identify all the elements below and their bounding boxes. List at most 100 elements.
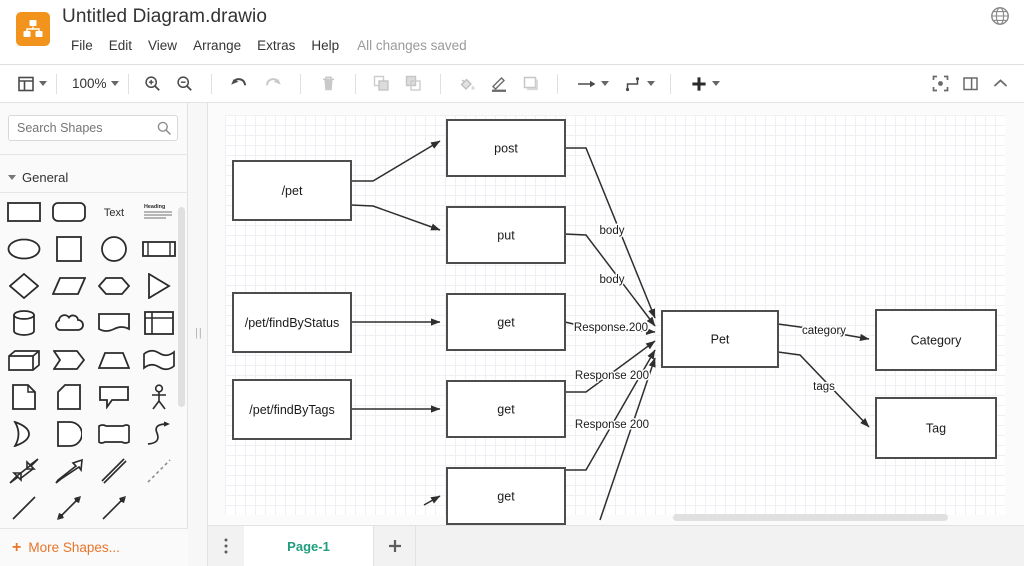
diagram-node-category-model[interactable]: Category <box>875 309 997 371</box>
line-color-button[interactable] <box>487 69 511 99</box>
shape-tape[interactable] <box>141 346 177 374</box>
shape-trapezoid[interactable] <box>96 346 132 374</box>
diagram-node-tag-model[interactable]: Tag <box>875 397 997 459</box>
menu-view[interactable]: View <box>140 36 185 55</box>
menu-arrange[interactable]: Arrange <box>185 36 249 55</box>
shape-curve-arrow[interactable] <box>141 420 177 448</box>
shape-square[interactable] <box>51 235 87 263</box>
diagram-node-label: Category <box>911 334 962 348</box>
zoom-out-button[interactable] <box>173 69 197 99</box>
insert-button[interactable] <box>687 69 723 99</box>
edge-into-bottom-get <box>423 495 441 506</box>
diagram-node-label: Tag <box>926 422 946 436</box>
shape-directional-connector[interactable] <box>96 494 132 522</box>
shape-text[interactable]: Text <box>96 198 132 226</box>
shape-cube[interactable] <box>6 346 42 374</box>
send-to-back-button <box>402 69 426 99</box>
edge-label[interactable]: Response 200 <box>573 369 650 384</box>
page-tab-page-1[interactable]: Page-1 <box>244 526 374 566</box>
diagram-node-get-bottom[interactable]: get <box>446 467 566 525</box>
sidebar-splitter[interactable]: || <box>188 103 208 566</box>
diagram-node-label: /pet/findByStatus <box>245 316 340 330</box>
menu-help[interactable]: Help <box>303 36 347 55</box>
diagram-node-put-method[interactable]: put <box>446 206 566 264</box>
menu-file[interactable]: File <box>63 36 101 55</box>
more-shapes-button[interactable]: + More Shapes... <box>0 528 188 566</box>
diagram-node-findbytags-path[interactable]: /pet/findByTags <box>232 379 352 440</box>
section-header-general[interactable]: General <box>0 163 188 191</box>
zoom-level-button[interactable]: 100% <box>63 69 122 99</box>
diagram-node-post-method[interactable]: post <box>446 119 566 177</box>
sidebar-scrollbar[interactable] <box>178 207 185 407</box>
shape-card[interactable] <box>51 383 87 411</box>
globe-icon[interactable] <box>990 6 1010 26</box>
svg-text:Heading: Heading <box>144 204 165 210</box>
connection-style-button[interactable] <box>622 69 658 99</box>
diagram-canvas[interactable]: /pet/pet/findByStatus/pet/findByTags post… <box>208 103 1024 525</box>
shape-dashed-line[interactable] <box>141 457 177 485</box>
shape-plain-line[interactable] <box>6 494 42 522</box>
canvas-horizontal-scrollbar[interactable] <box>673 514 948 521</box>
view-layout-button[interactable] <box>14 69 50 99</box>
shape-parallelogram[interactable] <box>51 272 87 300</box>
shape-rectangle[interactable] <box>6 198 42 226</box>
chevron-down-icon <box>110 81 119 86</box>
menu-extras[interactable]: Extras <box>249 36 303 55</box>
shape-diamond[interactable] <box>6 272 42 300</box>
zoom-in-button[interactable] <box>141 69 165 99</box>
shape-palette: Text Heading <box>6 198 182 522</box>
shape-actor[interactable] <box>141 383 177 411</box>
add-page-button[interactable] <box>374 526 416 566</box>
shape-or[interactable] <box>6 420 42 448</box>
diagram-node-pet-model[interactable]: Pet <box>661 310 779 368</box>
shape-delay[interactable] <box>96 420 132 448</box>
waypoint-style-button[interactable] <box>574 69 612 99</box>
format-panel-button[interactable] <box>958 69 982 99</box>
shape-step[interactable] <box>51 346 87 374</box>
toolbar-divider <box>127 73 129 94</box>
edge-label[interactable]: Response 200 <box>573 418 650 433</box>
shape-directional-arrow[interactable] <box>51 457 87 485</box>
shape-text-label: Text <box>104 207 124 219</box>
shape-bidirectional-arrow[interactable] <box>6 457 42 485</box>
diagram-node-findbystatus-path[interactable]: /pet/findByStatus <box>232 292 352 353</box>
shape-note[interactable] <box>6 383 42 411</box>
shape-line[interactable] <box>96 457 132 485</box>
more-shapes-label: More Shapes... <box>28 540 120 555</box>
diagram-node-pet-path[interactable]: /pet <box>232 160 352 221</box>
chevron-down-icon <box>711 81 720 86</box>
edge-label[interactable]: body <box>598 224 626 239</box>
divider <box>0 154 188 155</box>
shape-data-storage[interactable] <box>51 420 87 448</box>
shape-bidirectional-connector[interactable] <box>51 494 87 522</box>
plus-icon: + <box>12 538 22 556</box>
shape-cylinder[interactable] <box>6 309 42 337</box>
shape-ellipse[interactable] <box>6 235 42 263</box>
shape-internal-storage[interactable] <box>141 309 177 337</box>
menu-edit[interactable]: Edit <box>101 36 140 55</box>
page-menu-icon[interactable] <box>208 526 244 566</box>
shape-hexagon[interactable] <box>96 272 132 300</box>
diagram-node-label: get <box>497 490 515 504</box>
fullscreen-button[interactable] <box>928 69 952 99</box>
diagram-node-get-status[interactable]: get <box>446 293 566 351</box>
shape-document[interactable] <box>96 309 132 337</box>
delete-button <box>317 69 341 99</box>
diagram-node-get-tags[interactable]: get <box>446 380 566 438</box>
tabbar-empty-area[interactable] <box>416 526 1024 566</box>
shape-rounded-rectangle[interactable] <box>51 198 87 226</box>
undo-button[interactable] <box>226 69 251 99</box>
edge-label[interactable]: tags <box>812 380 837 395</box>
search-input[interactable] <box>8 115 178 141</box>
edge-label[interactable]: category <box>800 324 847 339</box>
shape-callout[interactable] <box>96 383 132 411</box>
shape-triangle[interactable] <box>141 272 177 300</box>
edge-label[interactable]: body <box>598 273 626 288</box>
shape-cloud[interactable] <box>51 309 87 337</box>
shape-textbox[interactable]: Heading <box>141 198 177 226</box>
collapse-toolbar-button[interactable] <box>988 69 1012 99</box>
shape-circle[interactable] <box>96 235 132 263</box>
edge-gettags-pet <box>565 340 656 393</box>
shape-process[interactable] <box>141 235 177 263</box>
edge-label[interactable]: Response 200 <box>572 321 649 336</box>
